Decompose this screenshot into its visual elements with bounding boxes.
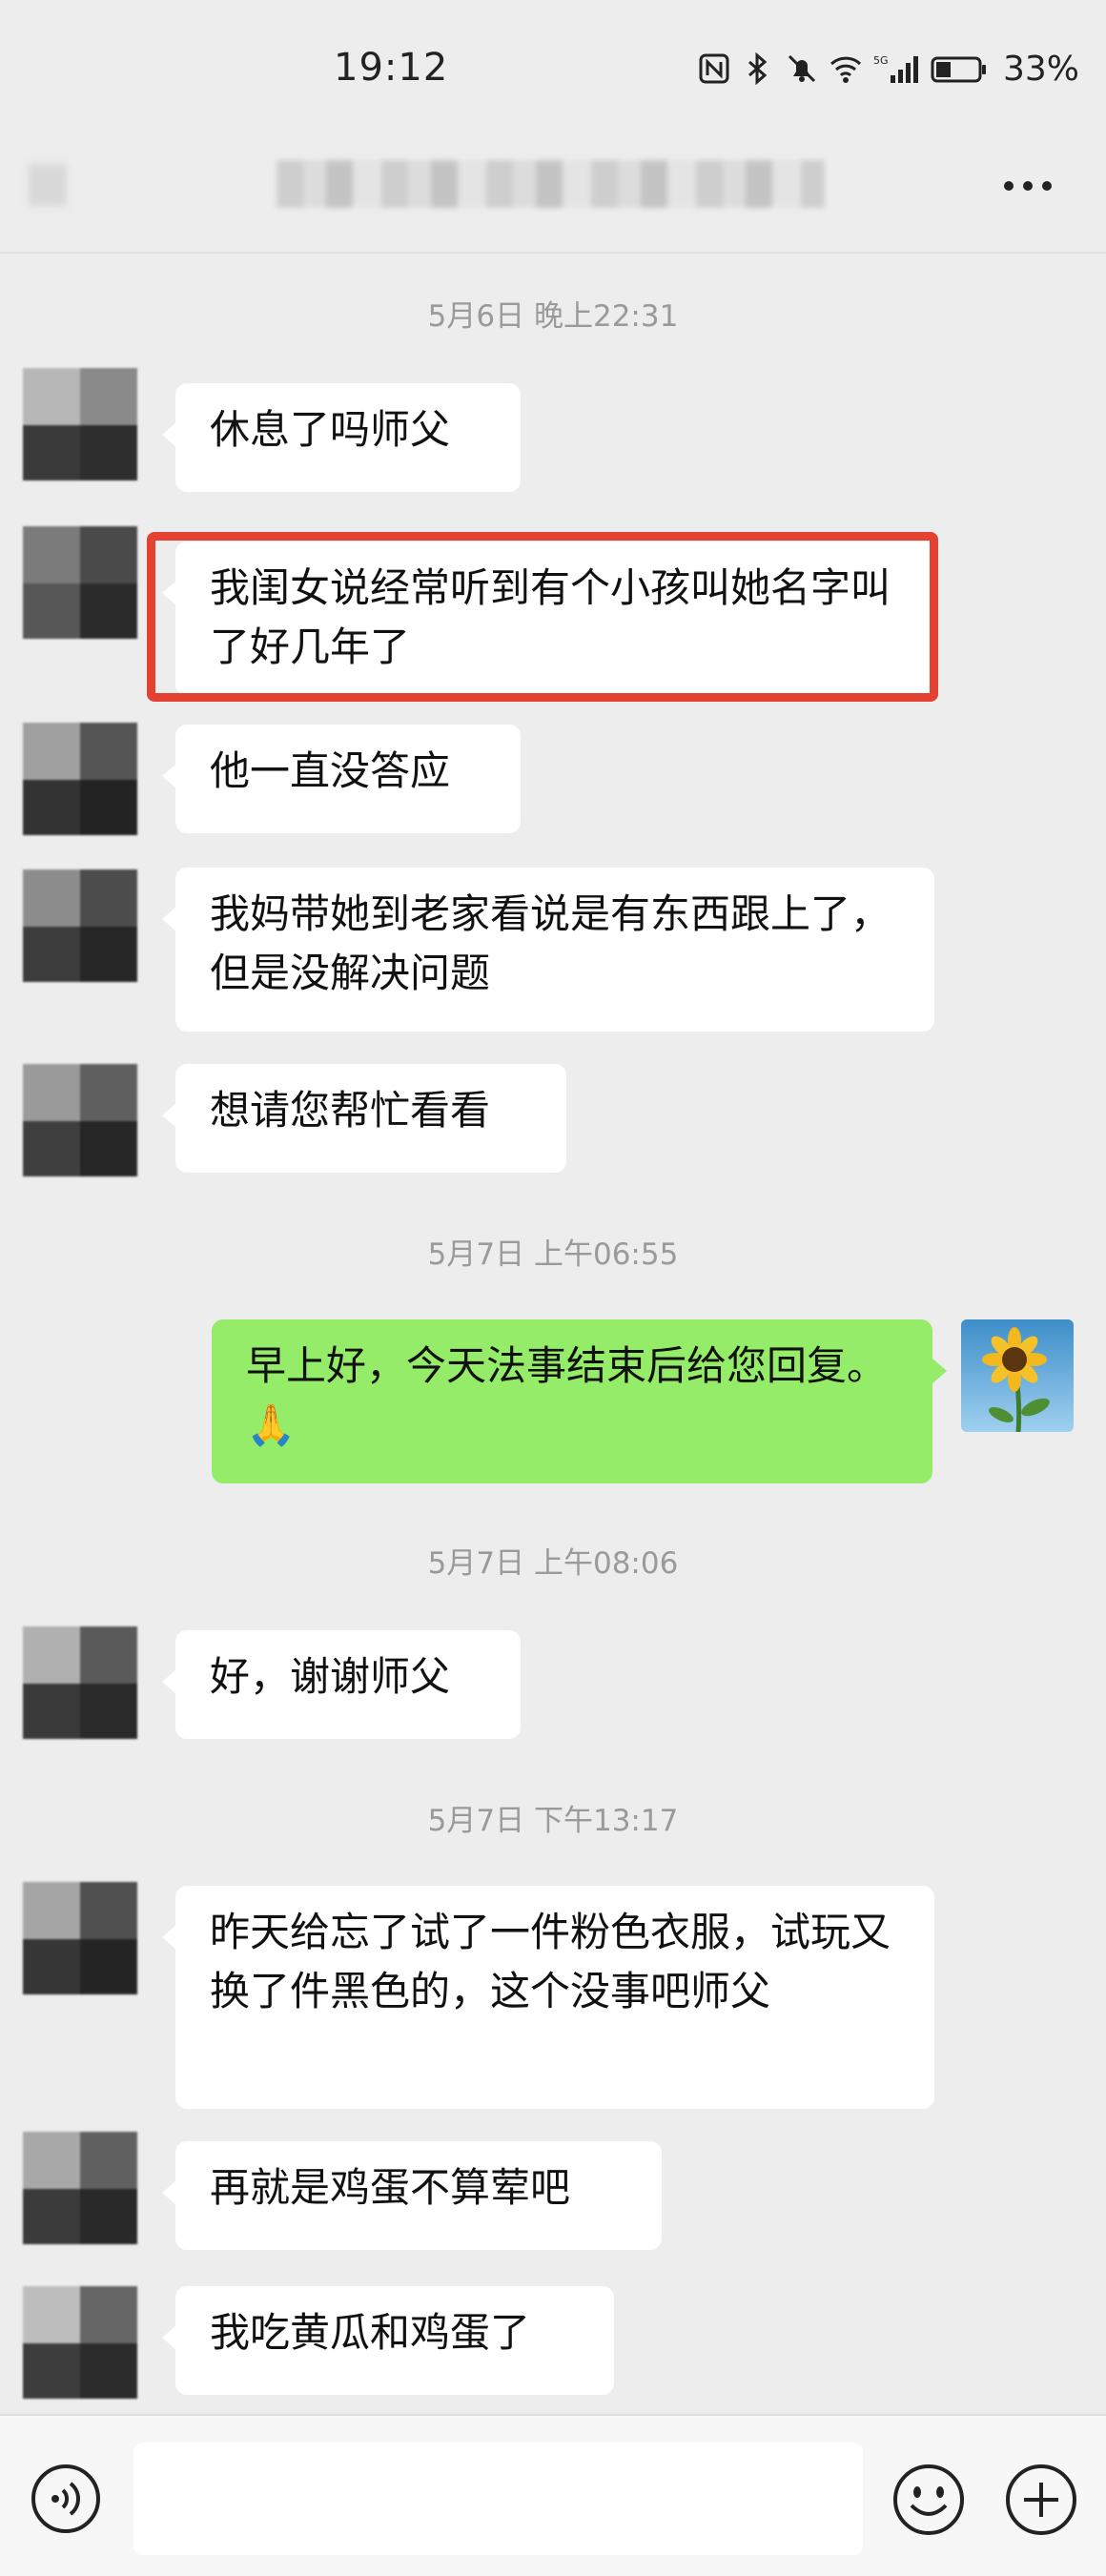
plus-icon[interactable] xyxy=(1003,2462,1079,2538)
contact-avatar[interactable] xyxy=(23,723,137,835)
incoming-message[interactable]: 休息了吗师父 xyxy=(162,383,521,492)
mute-bell-icon xyxy=(788,54,816,83)
contact-avatar[interactable] xyxy=(23,526,137,639)
incoming-message[interactable]: 好，谢谢师父 xyxy=(162,1630,521,1739)
network-label: 5G xyxy=(873,54,889,67)
message-text: 昨天给忘了试了一件粉色衣服，试玩又换了件黑色的，这个没事吧师父 xyxy=(210,1909,891,2014)
contact-avatar[interactable] xyxy=(23,1064,137,1176)
timestamp: 5月7日 上午06:55 xyxy=(427,1237,679,1272)
bluetooth-icon xyxy=(748,52,768,85)
message-text: 再就是鸡蛋不算荤吧 xyxy=(210,2164,571,2211)
message-text: 我妈带她到老家看说是有东西跟上了，但是没解决问题 xyxy=(210,890,891,996)
more-dots-icon[interactable] xyxy=(999,172,1056,200)
battery-percent: 33% xyxy=(1002,49,1079,89)
incoming-message[interactable]: 昨天给忘了试了一件粉色衣服，试玩又换了件黑色的，这个没事吧师父 xyxy=(162,1886,934,2109)
message-text: 他一直没答应 xyxy=(210,747,451,794)
incoming-message[interactable]: 想请您帮忙看看 xyxy=(162,1064,566,1173)
contact-avatar[interactable] xyxy=(23,368,137,480)
contact-avatar[interactable] xyxy=(23,1882,137,1994)
incoming-message[interactable]: 再就是鸡蛋不算荤吧 xyxy=(162,2141,662,2250)
incoming-message[interactable]: 我妈带她到老家看说是有东西跟上了，但是没解决问题 xyxy=(162,868,934,1032)
voice-icon[interactable] xyxy=(29,2462,103,2536)
outgoing-message[interactable]: 早上好，今天法事结束后给您回复。🙏 xyxy=(212,1319,947,1483)
contact-avatar[interactable] xyxy=(23,2132,137,2244)
battery-icon xyxy=(931,56,986,83)
back-button[interactable] xyxy=(29,164,67,206)
header-divider xyxy=(0,252,1106,254)
chat-title-bar xyxy=(0,143,1106,248)
status-time: 19:12 xyxy=(334,46,449,90)
status-icons: 5G 33% xyxy=(698,49,1079,89)
message-text: 休息了吗师父 xyxy=(210,406,451,453)
message-text: 好，谢谢师父 xyxy=(210,1653,451,1700)
incoming-message[interactable]: 他一直没答应 xyxy=(162,725,521,833)
message-input[interactable] xyxy=(133,2443,863,2555)
message-text: 早上好，今天法事结束后给您回复。🙏 xyxy=(246,1342,888,1448)
wifi-icon xyxy=(830,56,862,83)
message-text: 我吃黄瓜和鸡蛋了 xyxy=(210,2309,531,2356)
chat-title xyxy=(276,160,825,208)
cellular-signal-icon: 5G xyxy=(873,54,918,83)
incoming-message[interactable]: 我吃黄瓜和鸡蛋了 xyxy=(162,2286,614,2395)
timestamp: 5月6日 晚上22:31 xyxy=(427,299,679,334)
contact-avatar[interactable] xyxy=(23,1626,137,1739)
timestamp: 5月7日 上午08:06 xyxy=(427,1546,679,1581)
status-bar: 19:12 5G 33% xyxy=(0,0,1106,143)
highlight-annotation xyxy=(147,532,938,702)
timestamp: 5月7日 下午13:17 xyxy=(427,1804,679,1838)
contact-avatar[interactable] xyxy=(23,869,137,982)
input-bar xyxy=(0,2414,1106,2576)
message-text: 想请您帮忙看看 xyxy=(210,1087,491,1134)
nfc-icon xyxy=(699,53,729,84)
contact-avatar[interactable] xyxy=(23,2286,137,2399)
sunflower-avatar-icon[interactable] xyxy=(961,1319,1074,1432)
emoji-icon[interactable] xyxy=(891,2462,967,2538)
